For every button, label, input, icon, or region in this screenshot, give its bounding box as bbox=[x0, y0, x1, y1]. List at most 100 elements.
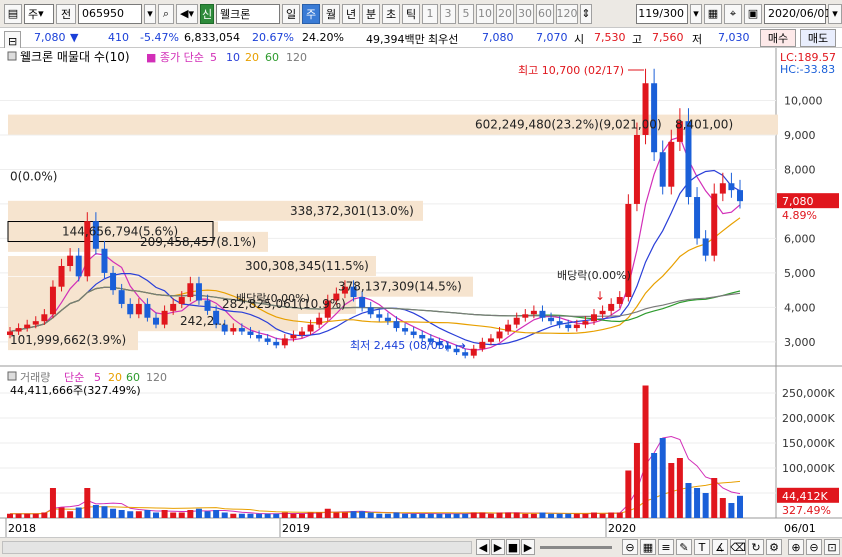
new-badge: 신 bbox=[200, 3, 214, 24]
candle-body bbox=[530, 310, 537, 315]
scroll-left-icon[interactable]: ◀ bbox=[476, 539, 490, 555]
volume-bar bbox=[608, 512, 615, 518]
volume-bar bbox=[402, 513, 409, 518]
zoom-in-icon[interactable]: ⊕ bbox=[788, 539, 804, 555]
stop-icon[interactable]: ■ bbox=[506, 539, 520, 555]
dropdown-icon[interactable]: ▾ bbox=[690, 3, 702, 24]
bid-label: 최우선 bbox=[428, 33, 459, 46]
candle-body bbox=[299, 331, 305, 335]
candle-body bbox=[178, 297, 185, 304]
refresh-icon[interactable]: ↻ bbox=[748, 539, 764, 555]
period-type-label: 주 bbox=[28, 7, 39, 21]
volume-profile-label: 300,308,345(11.5%) bbox=[245, 259, 369, 273]
period-type-select[interactable]: 주 ▾ bbox=[24, 3, 54, 24]
volume-profile-label: 602,249,480(23.2%)(9,021,00) bbox=[475, 118, 662, 132]
ma-legend-period: 60 bbox=[265, 51, 279, 64]
volume-bar bbox=[539, 512, 546, 518]
sell-button[interactable]: 매도 bbox=[800, 29, 836, 47]
search-icon[interactable]: ⌕ bbox=[158, 3, 174, 24]
interval-20[interactable]: 20 bbox=[496, 3, 514, 24]
pin-icon[interactable]: ⌖ bbox=[724, 3, 742, 24]
amount: 49,394백만 bbox=[366, 33, 425, 46]
buy-button[interactable]: 매수 bbox=[760, 29, 796, 47]
volume-bar bbox=[676, 458, 683, 518]
code-value: 065950 bbox=[82, 7, 124, 20]
zoom-minus-icon[interactable]: ⊖ bbox=[806, 539, 822, 555]
indicator-icon[interactable]: ≡ bbox=[658, 539, 674, 555]
candle-body bbox=[170, 303, 177, 311]
play-icon[interactable]: ▶ bbox=[491, 539, 505, 555]
high-annotation: 최고 10,700 (02/17) bbox=[518, 64, 624, 77]
zoom-slider[interactable] bbox=[540, 546, 612, 549]
volume-bar bbox=[487, 513, 494, 518]
candle-body bbox=[101, 248, 108, 273]
volume-bar bbox=[642, 385, 649, 518]
price-tick-label: 10,000 bbox=[784, 94, 823, 107]
stock-chart[interactable]: 10,0009,0008,0007,0006,0005,0004,0003,00… bbox=[0, 48, 842, 537]
interval-3[interactable]: 3 bbox=[440, 3, 456, 24]
volume-bar bbox=[41, 512, 48, 518]
candle-body bbox=[711, 193, 718, 256]
interval-30[interactable]: 30 bbox=[516, 3, 534, 24]
volume-bar bbox=[290, 513, 297, 518]
candle-body bbox=[359, 297, 366, 308]
volume-bar bbox=[84, 488, 91, 518]
dividend-note: 배당락(0.00%) bbox=[557, 269, 631, 282]
tab-second[interactable]: 초 bbox=[382, 3, 400, 24]
tab-week[interactable]: 주 bbox=[302, 3, 320, 24]
volume-bar bbox=[230, 513, 237, 518]
count-field[interactable]: 119/300 bbox=[636, 3, 688, 24]
date-field[interactable]: 2020/06/01 bbox=[764, 3, 831, 24]
candle-body bbox=[470, 348, 477, 356]
candle-body bbox=[118, 290, 125, 304]
panel-icon[interactable]: ▤ bbox=[4, 3, 22, 24]
draw-icon[interactable]: ✎ bbox=[676, 539, 692, 555]
volume-profile-label: 378,137,309(14.5%) bbox=[338, 280, 462, 294]
interval-5[interactable]: 5 bbox=[458, 3, 474, 24]
ma-legend-period: 20 bbox=[245, 51, 259, 64]
grid-icon[interactable]: ▦ bbox=[704, 3, 722, 24]
price-tick-label: 4,000 bbox=[784, 301, 816, 314]
volume-bar bbox=[728, 503, 735, 518]
candle-body bbox=[367, 307, 374, 315]
tab-minute[interactable]: 분 bbox=[362, 3, 380, 24]
tab-year[interactable]: 년 bbox=[342, 3, 360, 24]
candle-body bbox=[384, 317, 391, 322]
stepper-icon[interactable]: ⇕ bbox=[580, 3, 592, 24]
layout-icon[interactable]: ▦ bbox=[640, 539, 656, 555]
save-icon[interactable]: ▣ bbox=[744, 3, 762, 24]
measure-icon[interactable]: ∡ bbox=[712, 539, 728, 555]
tab-month[interactable]: 월 bbox=[322, 3, 340, 24]
price-tick-label: 5,000 bbox=[784, 267, 816, 280]
calendar-icon[interactable]: ▾ bbox=[828, 3, 842, 24]
interval-1[interactable]: 1 bbox=[422, 3, 438, 24]
prev-button[interactable]: 전 bbox=[56, 3, 76, 24]
volume-bar bbox=[264, 513, 271, 518]
ma-legend-period: 120 bbox=[286, 51, 307, 64]
zoom-out-icon[interactable]: ⊖ bbox=[622, 539, 638, 555]
eraser-icon[interactable]: ⌫ bbox=[730, 539, 746, 555]
scrollbar[interactable] bbox=[2, 541, 472, 554]
settings-icon[interactable]: ⚙ bbox=[766, 539, 782, 555]
interval-60[interactable]: 60 bbox=[536, 3, 554, 24]
volume-bar bbox=[427, 513, 434, 518]
candle-body bbox=[135, 303, 142, 315]
interval-10[interactable]: 10 bbox=[476, 3, 494, 24]
dropdown-icon[interactable]: ▾ bbox=[144, 3, 156, 24]
hc-label: HC:-33.83 bbox=[780, 63, 835, 76]
fit-icon[interactable]: ⊡ bbox=[824, 539, 840, 555]
code-input[interactable]: 065950 bbox=[78, 3, 142, 24]
current-volume-pct: 327.49% bbox=[782, 504, 831, 517]
volume-bar bbox=[187, 510, 194, 518]
scroll-right-icon[interactable]: ▶ bbox=[521, 539, 535, 555]
volume-bar bbox=[118, 510, 125, 518]
stock-name-field[interactable]: 웰크론 bbox=[216, 3, 280, 24]
text-icon[interactable]: T bbox=[694, 539, 710, 555]
candle-body bbox=[195, 283, 202, 301]
tab-day[interactable]: 일 bbox=[282, 3, 300, 24]
speaker-icon[interactable]: ◀▾ bbox=[176, 3, 198, 24]
tab-tick[interactable]: 틱 bbox=[402, 3, 420, 24]
interval-120[interactable]: 120 bbox=[556, 3, 578, 24]
volume-bar bbox=[32, 513, 39, 518]
panel-icon bbox=[7, 51, 17, 61]
